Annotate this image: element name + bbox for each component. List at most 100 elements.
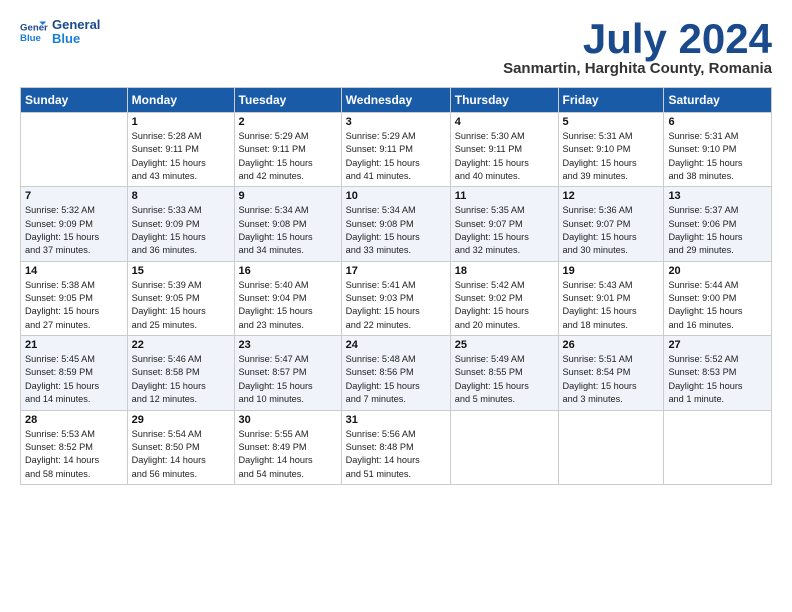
cell-w3-d4: 17Sunrise: 5:41 AM Sunset: 9:03 PM Dayli… [341, 261, 450, 335]
day-number: 3 [346, 116, 446, 128]
day-number: 2 [239, 116, 337, 128]
day-number: 4 [455, 116, 554, 128]
day-info: Sunrise: 5:47 AM Sunset: 8:57 PM Dayligh… [239, 353, 337, 406]
cell-w2-d7: 13 Sunrise: 5:37 AM Sunset: 9:06 PM Dayli… [664, 187, 772, 261]
day-number: 29 [132, 414, 230, 426]
day-info: Sunrise: 5:55 AM Sunset: 8:49 PM Dayligh… [239, 428, 337, 481]
cell-w5-d5 [450, 410, 558, 484]
day-info: Sunrise: 5:44 AM Sunset: 9:00 PM Dayligh… [668, 279, 767, 332]
month-title: July 2024 [503, 18, 772, 60]
day-info: Sunrise: 5:38 AM Sunset: 9:05 PM Dayligh… [25, 279, 123, 332]
day-info: Sunrise: 5:46 AM Sunset: 8:58 PM Dayligh… [132, 353, 230, 406]
calendar-body: 1Sunrise: 5:28 AM Sunset: 9:11 PM Daylig… [21, 113, 772, 485]
week-row-2: 7 Sunrise: 5:32 AM Sunset: 9:09 PM Daylig… [21, 187, 772, 261]
day-info: Sunrise: 5:49 AM Sunset: 8:55 PM Dayligh… [455, 353, 554, 406]
day-number: 22 [132, 339, 230, 351]
day-info: Sunrise: 5:31 AM Sunset: 9:10 PM Dayligh… [563, 130, 660, 183]
header-row: Sunday Monday Tuesday Wednesday Thursday… [21, 88, 772, 113]
day-info: Sunrise: 5:37 AM Sunset: 9:06 PM Dayligh… [668, 204, 767, 257]
cell-w4-d6: 26 Sunrise: 5:51 AM Sunset: 8:54 PM Dayli… [558, 336, 664, 410]
header: General Blue General Blue July 2024 Sanm… [20, 18, 772, 77]
col-thursday: Thursday [450, 88, 558, 113]
day-info: Sunrise: 5:33 AM Sunset: 9:09 PM Dayligh… [132, 204, 230, 257]
day-number: 31 [346, 414, 446, 426]
col-friday: Friday [558, 88, 664, 113]
logo: General Blue General Blue [20, 18, 100, 47]
day-info: Sunrise: 5:31 AM Sunset: 9:10 PM Dayligh… [668, 130, 767, 183]
day-number: 13 [668, 190, 767, 202]
svg-text:Blue: Blue [20, 33, 41, 44]
day-info: Sunrise: 5:51 AM Sunset: 8:54 PM Dayligh… [563, 353, 660, 406]
day-number: 20 [668, 265, 767, 277]
day-info: Sunrise: 5:48 AM Sunset: 8:56 PM Dayligh… [346, 353, 446, 406]
day-info: Sunrise: 5:29 AM Sunset: 9:11 PM Dayligh… [239, 130, 337, 183]
cell-w5-d7 [664, 410, 772, 484]
day-info: Sunrise: 5:42 AM Sunset: 9:02 PM Dayligh… [455, 279, 554, 332]
page: General Blue General Blue July 2024 Sanm… [0, 0, 792, 495]
day-info: Sunrise: 5:39 AM Sunset: 9:05 PM Dayligh… [132, 279, 230, 332]
cell-w2-d1: 7 Sunrise: 5:32 AM Sunset: 9:09 PM Daylig… [21, 187, 128, 261]
day-info: Sunrise: 5:35 AM Sunset: 9:07 PM Dayligh… [455, 204, 554, 257]
day-number: 8 [132, 190, 230, 202]
day-info: Sunrise: 5:40 AM Sunset: 9:04 PM Dayligh… [239, 279, 337, 332]
day-info: Sunrise: 5:32 AM Sunset: 9:09 PM Dayligh… [25, 204, 123, 257]
cell-w1-d4: 3 Sunrise: 5:29 AM Sunset: 9:11 PM Daylig… [341, 113, 450, 187]
cell-w2-d4: 10 Sunrise: 5:34 AM Sunset: 9:08 PM Dayli… [341, 187, 450, 261]
week-row-4: 21Sunrise: 5:45 AM Sunset: 8:59 PM Dayli… [21, 336, 772, 410]
day-number: 10 [346, 190, 446, 202]
day-number: 23 [239, 339, 337, 351]
day-info: Sunrise: 5:34 AM Sunset: 9:08 PM Dayligh… [346, 204, 446, 257]
day-number: 27 [668, 339, 767, 351]
day-info: Sunrise: 5:43 AM Sunset: 9:01 PM Dayligh… [563, 279, 660, 332]
day-number: 25 [455, 339, 554, 351]
day-info: Sunrise: 5:41 AM Sunset: 9:03 PM Dayligh… [346, 279, 446, 332]
day-number: 6 [668, 116, 767, 128]
day-number: 26 [563, 339, 660, 351]
cell-w5-d3: 30Sunrise: 5:55 AM Sunset: 8:49 PM Dayli… [234, 410, 341, 484]
cell-w1-d1 [21, 113, 128, 187]
cell-w5-d2: 29Sunrise: 5:54 AM Sunset: 8:50 PM Dayli… [127, 410, 234, 484]
cell-w1-d6: 5 Sunrise: 5:31 AM Sunset: 9:10 PM Daylig… [558, 113, 664, 187]
day-info: Sunrise: 5:29 AM Sunset: 9:11 PM Dayligh… [346, 130, 446, 183]
cell-w4-d3: 23 Sunrise: 5:47 AM Sunset: 8:57 PM Dayli… [234, 336, 341, 410]
day-number: 5 [563, 116, 660, 128]
day-number: 12 [563, 190, 660, 202]
logo-line1: General [52, 18, 100, 32]
title-block: July 2024 Sanmartin, Harghita County, Ro… [503, 18, 772, 77]
day-number: 19 [563, 265, 660, 277]
cell-w2-d3: 9 Sunrise: 5:34 AM Sunset: 9:08 PM Daylig… [234, 187, 341, 261]
day-info: Sunrise: 5:34 AM Sunset: 9:08 PM Dayligh… [239, 204, 337, 257]
cell-w2-d2: 8 Sunrise: 5:33 AM Sunset: 9:09 PM Daylig… [127, 187, 234, 261]
cell-w1-d5: 4Sunrise: 5:30 AM Sunset: 9:11 PM Daylig… [450, 113, 558, 187]
cell-w4-d4: 24Sunrise: 5:48 AM Sunset: 8:56 PM Dayli… [341, 336, 450, 410]
cell-w3-d3: 16 Sunrise: 5:40 AM Sunset: 9:04 PM Dayli… [234, 261, 341, 335]
day-number: 11 [455, 190, 554, 202]
cell-w3-d1: 14Sunrise: 5:38 AM Sunset: 9:05 PM Dayli… [21, 261, 128, 335]
cell-w5-d4: 31Sunrise: 5:56 AM Sunset: 8:48 PM Dayli… [341, 410, 450, 484]
day-number: 18 [455, 265, 554, 277]
day-number: 16 [239, 265, 337, 277]
cell-w3-d2: 15Sunrise: 5:39 AM Sunset: 9:05 PM Dayli… [127, 261, 234, 335]
cell-w5-d6 [558, 410, 664, 484]
cell-w2-d5: 11 Sunrise: 5:35 AM Sunset: 9:07 PM Dayli… [450, 187, 558, 261]
day-number: 1 [132, 116, 230, 128]
col-tuesday: Tuesday [234, 88, 341, 113]
day-number: 28 [25, 414, 123, 426]
day-number: 7 [25, 190, 123, 202]
cell-w4-d2: 22 Sunrise: 5:46 AM Sunset: 8:58 PM Dayli… [127, 336, 234, 410]
cell-w1-d2: 1Sunrise: 5:28 AM Sunset: 9:11 PM Daylig… [127, 113, 234, 187]
location-subtitle: Sanmartin, Harghita County, Romania [503, 60, 772, 77]
col-monday: Monday [127, 88, 234, 113]
day-number: 21 [25, 339, 123, 351]
week-row-1: 1Sunrise: 5:28 AM Sunset: 9:11 PM Daylig… [21, 113, 772, 187]
logo-icon: General Blue [20, 18, 48, 46]
week-row-3: 14Sunrise: 5:38 AM Sunset: 9:05 PM Dayli… [21, 261, 772, 335]
day-info: Sunrise: 5:53 AM Sunset: 8:52 PM Dayligh… [25, 428, 123, 481]
cell-w3-d6: 19 Sunrise: 5:43 AM Sunset: 9:01 PM Dayli… [558, 261, 664, 335]
day-number: 9 [239, 190, 337, 202]
week-row-5: 28 Sunrise: 5:53 AM Sunset: 8:52 PM Dayli… [21, 410, 772, 484]
day-info: Sunrise: 5:36 AM Sunset: 9:07 PM Dayligh… [563, 204, 660, 257]
logo-line2: Blue [52, 32, 100, 46]
cell-w4-d5: 25 Sunrise: 5:49 AM Sunset: 8:55 PM Dayli… [450, 336, 558, 410]
calendar-table: Sunday Monday Tuesday Wednesday Thursday… [20, 87, 772, 485]
